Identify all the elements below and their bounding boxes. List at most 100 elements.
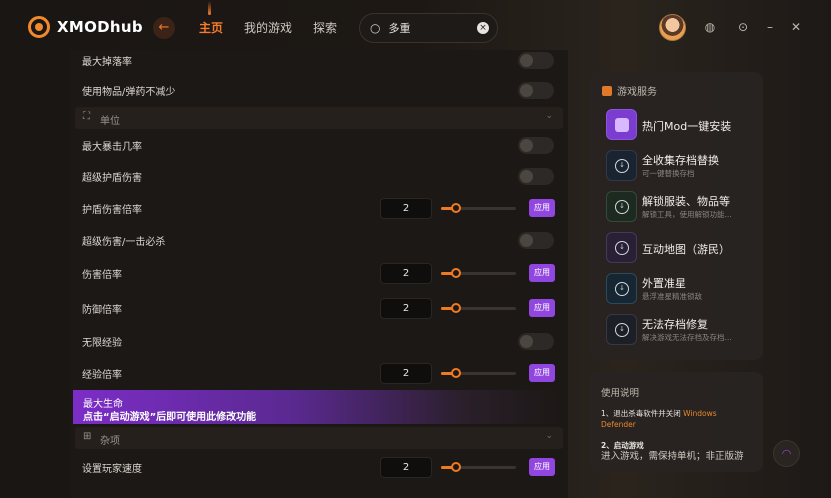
- app-window: XMODhub ← 主页 我的游戏 探索 ○ × ◍ ⊙ – ✕ 最大掉落率 使…: [0, 0, 831, 498]
- value-slider[interactable]: [441, 202, 516, 213]
- section-label: 单位: [100, 116, 120, 127]
- service-name: 全收集存档替换: [642, 154, 719, 167]
- service-name: 解锁服装、物品等: [642, 195, 730, 208]
- headset-support-icon[interactable]: ◠: [773, 440, 800, 467]
- download-icon: ↓: [606, 150, 637, 181]
- nav-my-games[interactable]: 我的游戏: [244, 19, 292, 36]
- value-input[interactable]: 2: [380, 197, 432, 219]
- service-name: 外置准星: [642, 277, 686, 290]
- close-icon[interactable]: ✕: [788, 19, 804, 35]
- service-item[interactable]: ↓ 外置准星 悬浮准星精准锁敌: [606, 273, 756, 305]
- map-icon: ↓: [606, 232, 637, 263]
- option-label: 防御倍率: [82, 304, 122, 316]
- download-glyph: ↓: [615, 323, 629, 337]
- game-services-panel: 游戏服务 热门Mod一键安装 ↓ 全收集存档替换 可一键替换存档 ↓ 解锁服装、…: [590, 72, 763, 360]
- service-item[interactable]: ↓ 互动地图（游民）: [606, 232, 756, 264]
- section-header-misc[interactable]: ⊞ 杂项 ⌄: [75, 427, 563, 449]
- value-input[interactable]: 2: [380, 362, 432, 384]
- avatar[interactable]: [659, 14, 686, 41]
- option-row: 最大掉落率: [70, 50, 568, 76]
- mod-glyph: [615, 118, 629, 132]
- service-item[interactable]: ↓ 无法存档修复 解决游戏无法存档及存档...: [606, 314, 756, 346]
- notification-icon[interactable]: ◍: [702, 19, 718, 35]
- help-step-1-text: 1、退出杀毒软件并关闭: [601, 409, 681, 418]
- chevron-down-icon: ⌄: [545, 431, 553, 441]
- clear-search-icon[interactable]: ×: [477, 22, 489, 34]
- settings-icon[interactable]: ⊙: [735, 19, 751, 35]
- nav-explore[interactable]: 探索: [313, 19, 337, 36]
- section-header-unit[interactable]: ⛶ 单位 ⌄: [75, 107, 563, 129]
- back-arrow-icon[interactable]: ←: [153, 17, 175, 39]
- service-desc: 悬浮准星精准锁敌: [642, 292, 702, 301]
- option-row: 设置玩家速度 2 应用: [70, 451, 568, 483]
- toggle-switch[interactable]: [518, 136, 554, 154]
- value-input[interactable]: 2: [380, 262, 432, 284]
- help-step-2-body: 进入游戏，需保持单机；非正版游: [601, 451, 744, 462]
- value-slider[interactable]: [441, 461, 516, 472]
- chevron-down-icon: ⌄: [545, 111, 553, 121]
- slider-handle[interactable]: [451, 367, 461, 378]
- value-slider[interactable]: [441, 302, 516, 313]
- apply-button[interactable]: 应用: [529, 458, 555, 476]
- mod-icon: [606, 109, 637, 140]
- services-title-text: 游戏服务: [617, 87, 657, 98]
- service-name: 热门Mod一键安装: [642, 120, 732, 133]
- option-label: 超级伤害/一击必杀: [82, 236, 166, 248]
- slider-handle[interactable]: [451, 302, 461, 313]
- slider-handle[interactable]: [451, 202, 461, 213]
- help-step-1: 1、退出杀毒软件并关闭 Windows Defender: [601, 408, 751, 430]
- apply-button[interactable]: 应用: [529, 264, 555, 282]
- toggle-switch[interactable]: [518, 231, 554, 249]
- option-label: 设置玩家速度: [82, 463, 142, 475]
- option-label: 护盾伤害倍率: [82, 204, 142, 216]
- download-icon: ↓: [606, 191, 637, 222]
- apply-button[interactable]: 应用: [529, 299, 555, 317]
- option-label: 伤害倍率: [82, 269, 122, 281]
- service-name: 互动地图（游民）: [642, 243, 730, 256]
- service-item[interactable]: ↓ 全收集存档替换 可一键替换存档: [606, 150, 756, 182]
- search-bar: ○ ×: [359, 13, 498, 43]
- warning-message: 点击“启动游戏”后即可使用此修改功能: [83, 412, 257, 423]
- usage-instructions-panel: 使用说明 1、退出杀毒软件并关闭 Windows Defender 2、启动游戏…: [590, 372, 763, 472]
- help-step-2: 2、启动游戏 进入游戏，需保持单机；非正版游: [601, 440, 751, 463]
- option-label: 超级护盾伤害: [82, 172, 142, 184]
- value-slider[interactable]: [441, 367, 516, 378]
- option-label: 使用物品/弹药不减少: [82, 86, 176, 98]
- value-input[interactable]: 2: [380, 456, 432, 478]
- app-title: XMODhub: [57, 18, 143, 36]
- option-label: 经验倍率: [82, 369, 122, 381]
- apply-button[interactable]: 应用: [529, 364, 555, 382]
- slider-handle[interactable]: [451, 461, 461, 472]
- nav-home[interactable]: 主页: [199, 1, 223, 36]
- toggle-switch[interactable]: [518, 51, 554, 69]
- value-slider[interactable]: [441, 267, 516, 278]
- option-row: 无限经验: [70, 325, 568, 357]
- service-item[interactable]: 热门Mod一键安装: [606, 109, 756, 141]
- toggle-switch[interactable]: [518, 332, 554, 350]
- option-label: 最大掉落率: [82, 56, 132, 68]
- download-glyph: ↓: [615, 200, 629, 214]
- search-icon[interactable]: ○: [370, 21, 380, 35]
- option-row: 超级护盾伤害: [70, 160, 568, 192]
- option-row: 使用物品/弹药不减少: [70, 74, 568, 106]
- option-row: 护盾伤害倍率 2 应用: [70, 192, 568, 224]
- unit-icon: ⛶: [83, 111, 90, 122]
- option-row: 伤害倍率 2 应用: [70, 257, 568, 289]
- minimize-icon[interactable]: –: [762, 19, 778, 35]
- toggle-switch[interactable]: [518, 81, 554, 99]
- toggle-switch[interactable]: [518, 167, 554, 185]
- download-glyph: ↓: [615, 282, 629, 296]
- misc-icon: ⊞: [83, 431, 92, 442]
- main-nav: 主页 我的游戏 探索: [199, 1, 358, 36]
- service-desc: 解锁工具，使用解锁功能...: [642, 210, 732, 219]
- app-logo[interactable]: XMODhub: [28, 16, 143, 38]
- apply-button[interactable]: 应用: [529, 199, 555, 217]
- search-input[interactable]: [388, 21, 469, 35]
- service-item[interactable]: ↓ 解锁服装、物品等 解锁工具，使用解锁功能...: [606, 191, 756, 223]
- value-input[interactable]: 2: [380, 297, 432, 319]
- mod-options-panel: 最大掉落率 使用物品/弹药不减少 ⛶ 单位 ⌄ 最大暴击几率 超级护盾伤害 护盾…: [70, 50, 568, 498]
- help-step-2-title: 2、启动游戏: [601, 441, 644, 450]
- slider-handle[interactable]: [451, 267, 461, 278]
- option-label: 无限经验: [82, 337, 122, 349]
- launch-warning-banner: 最大生命 点击“启动游戏”后即可使用此修改功能: [73, 390, 563, 424]
